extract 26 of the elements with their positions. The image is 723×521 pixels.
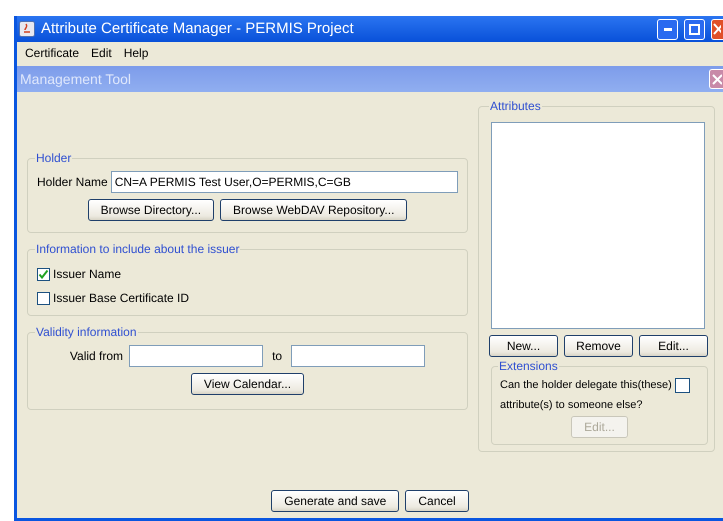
group-label: Attributes <box>489 100 542 112</box>
field-label: Valid from <box>70 348 124 365</box>
window-title: Attribute Certificate Manager - PERMIS Project <box>41 18 355 39</box>
question-text: Can the holder delegate this(these) <box>500 378 672 393</box>
menu-item[interactable]: Edit <box>85 42 118 62</box>
group-label: Holder <box>35 152 72 164</box>
browse-directory-button[interactable]: Browse Directory... <box>88 199 214 221</box>
new-button[interactable]: New... <box>489 335 558 357</box>
generate-and-save-button[interactable]: Generate and save <box>271 490 400 512</box>
group-label: Validity information <box>35 326 138 338</box>
group-label: Extensions <box>498 360 559 372</box>
cancel-button[interactable]: Cancel <box>405 490 469 512</box>
remove-button[interactable]: Remove <box>564 335 633 357</box>
edit-button[interactable]: Edit... <box>639 335 708 357</box>
field-label: Holder Name <box>37 174 108 191</box>
group-label: Information to include about the issuer <box>35 243 240 255</box>
checkbox-label: Issuer Base Certificate ID <box>53 290 190 307</box>
view-calendar-button[interactable]: View Calendar... <box>190 373 304 395</box>
checkbox-label: Issuer Name <box>53 266 122 283</box>
field-label: to <box>271 348 284 365</box>
frame-title: Management Tool <box>20 70 132 89</box>
menu-item[interactable]: Help <box>118 42 154 62</box>
menu-item[interactable]: Certificate <box>19 42 86 62</box>
browse-repository-button[interactable]: Browse WebDAV Repository... <box>220 199 408 221</box>
holder-name-field[interactable]: CN=A PERMIS Test User,O=PERMIS,C=GB <box>110 171 458 193</box>
question-text: attribute(s) to someone else? <box>500 398 642 412</box>
